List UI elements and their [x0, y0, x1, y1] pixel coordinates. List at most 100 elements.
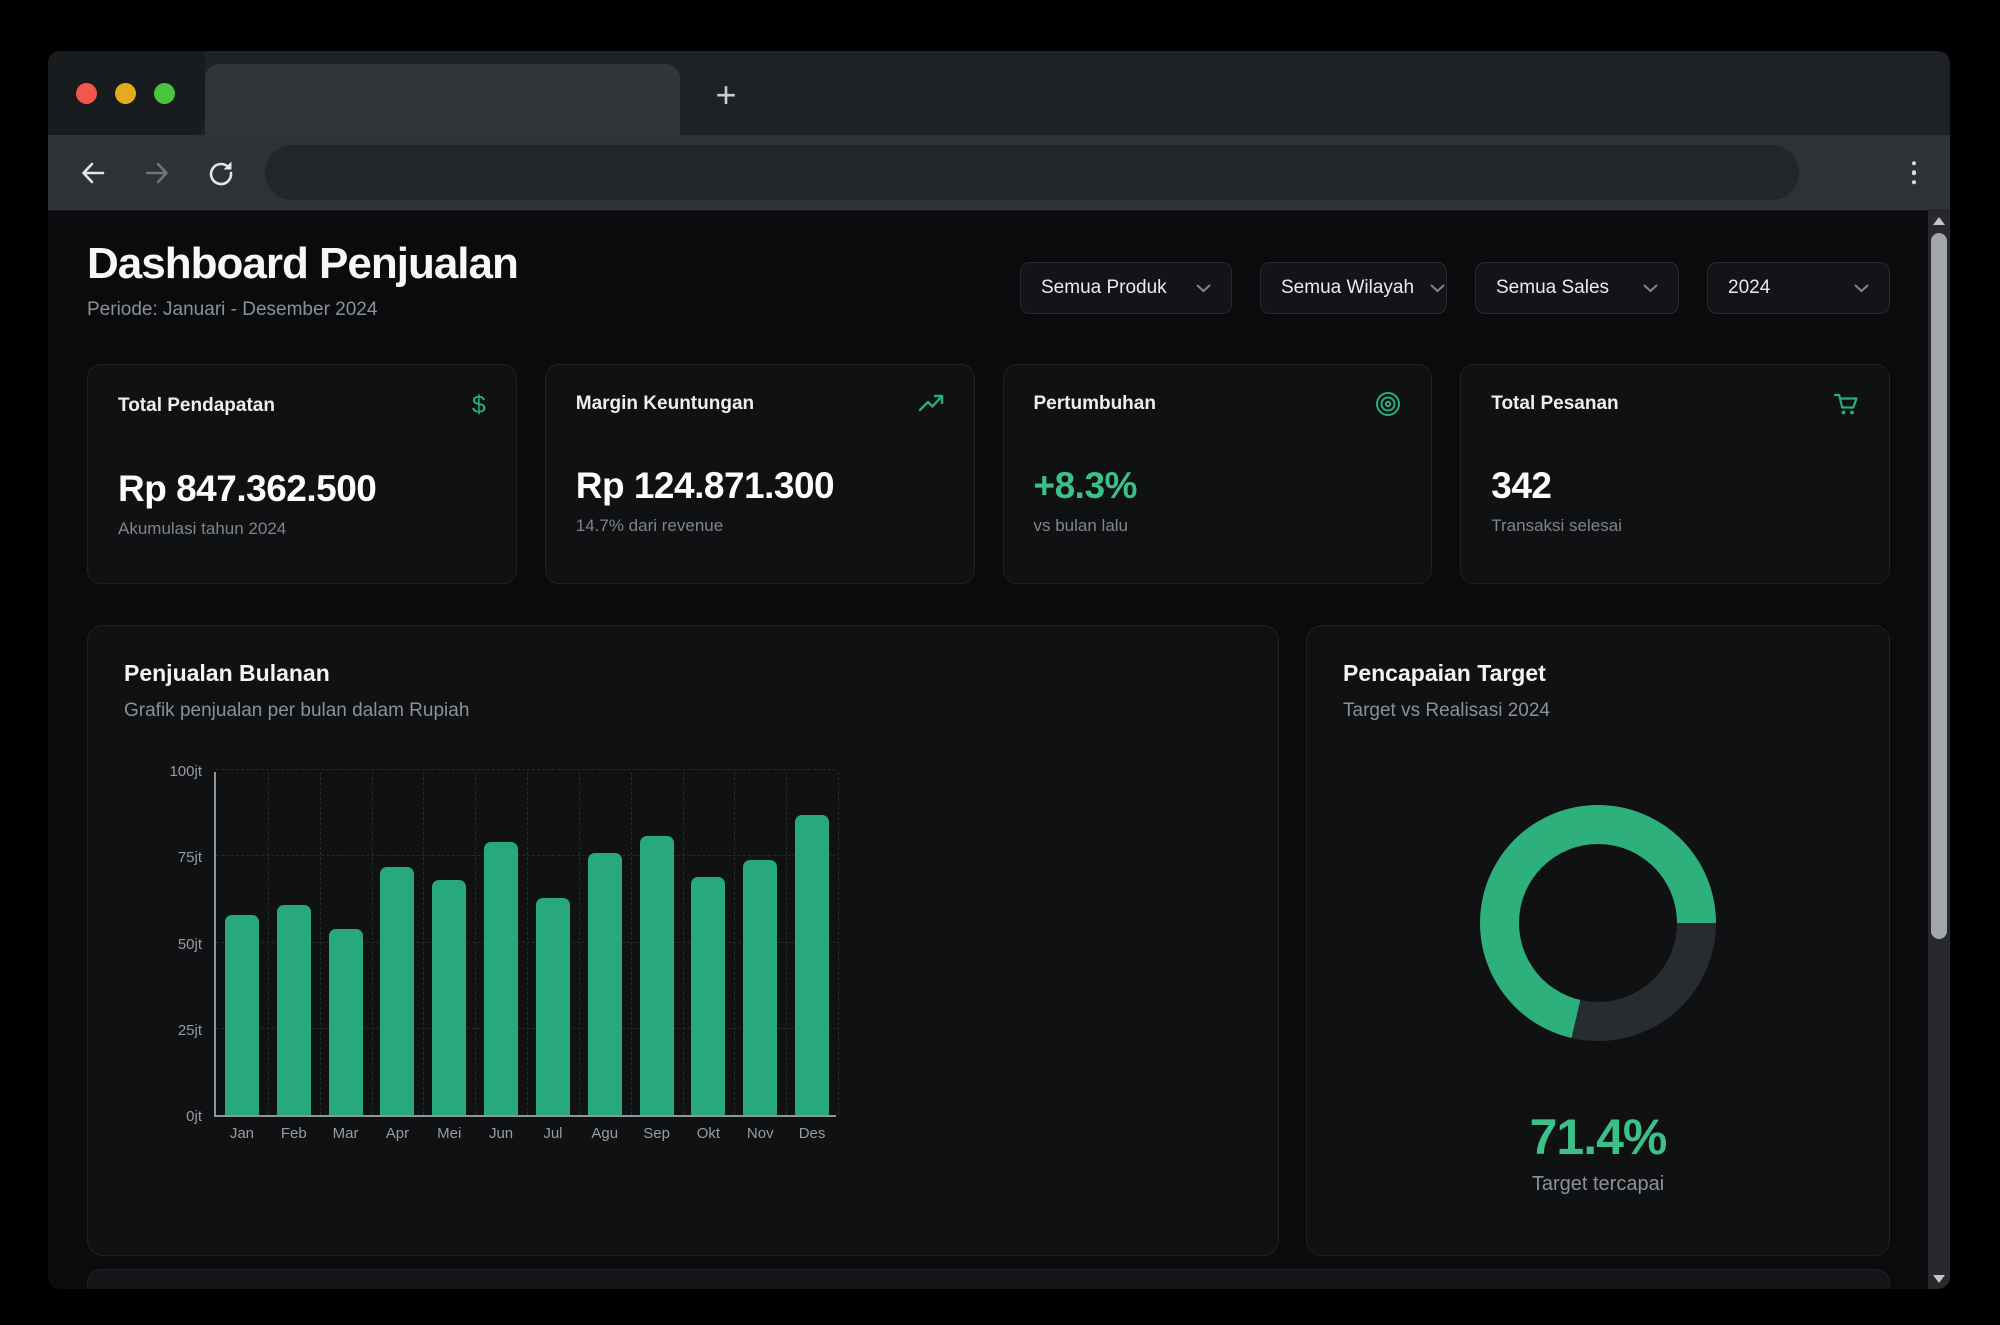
new-tab-button[interactable]: + — [703, 73, 749, 119]
scrollbar-thumb[interactable] — [1931, 233, 1947, 939]
stat-label: Margin Keuntungan — [576, 393, 754, 415]
bar-okt — [691, 877, 725, 1115]
stat-card-pertumbuhan: Pertumbuhan +8.3% vs bulan lalu — [1003, 364, 1433, 584]
page-subtitle: Periode: Januari - Desember 2024 — [87, 299, 518, 321]
stat-label: Pertumbuhan — [1034, 393, 1156, 415]
bar-jun — [484, 842, 518, 1115]
reload-button[interactable] — [206, 158, 236, 188]
filter-produk-label: Semua Produk — [1041, 277, 1167, 299]
target-achievement-card: Pencapaian Target Target vs Realisasi 20… — [1306, 625, 1890, 1256]
stat-sub: Transaksi selesai — [1491, 516, 1859, 536]
filter-wilayah-label: Semua Wilayah — [1281, 277, 1414, 299]
vertical-gridline — [475, 772, 476, 1115]
fullscreen-window-button[interactable] — [154, 83, 175, 104]
x-tick-label: Nov — [734, 1125, 786, 1142]
stat-value: Rp 124.871.300 — [576, 465, 944, 507]
chevron-down-icon — [1627, 284, 1658, 293]
x-tick-label: Des — [786, 1125, 838, 1142]
cart-icon — [1833, 391, 1859, 417]
y-tick-label: 75jt — [128, 849, 202, 866]
title-block: Dashboard Penjualan Periode: Januari - D… — [87, 239, 518, 321]
bar-agu — [588, 853, 622, 1115]
y-tick-label: 50jt — [128, 936, 202, 953]
vertical-gridline — [372, 772, 373, 1115]
bar-feb — [277, 905, 311, 1115]
target-caption: Target tercapai — [1307, 1173, 1889, 1196]
scroll-up-arrow-icon[interactable] — [1933, 217, 1945, 225]
y-tick-label: 100jt — [128, 763, 202, 780]
donut-hole — [1519, 844, 1677, 1002]
minimize-window-button[interactable] — [115, 83, 136, 104]
bar-chart-plot: JanFebMarAprMeiJunJulAguSepOktNovDes — [214, 772, 836, 1117]
bar-jul — [536, 898, 570, 1115]
x-tick-label: Okt — [683, 1125, 735, 1142]
bar-jan — [225, 915, 259, 1115]
address-bar[interactable] — [265, 145, 1799, 200]
filter-tahun-label: 2024 — [1728, 277, 1770, 299]
filter-produk-dropdown[interactable]: Semua Produk — [1020, 262, 1232, 314]
stat-value: 342 — [1491, 465, 1859, 507]
bar-sep — [640, 836, 674, 1115]
kebab-dot — [1912, 180, 1917, 185]
vertical-gridline — [320, 772, 321, 1115]
browser-menu-button[interactable] — [1906, 155, 1923, 191]
stat-card-margin: Margin Keuntungan Rp 124.871.300 14.7% d… — [545, 364, 975, 584]
filter-bar: Semua Produk Semua Wilayah Semua Sales — [1020, 262, 1890, 321]
x-tick-label: Sep — [631, 1125, 683, 1142]
filter-sales-dropdown[interactable]: Semua Sales — [1475, 262, 1679, 314]
filter-wilayah-dropdown[interactable]: Semua Wilayah — [1260, 262, 1447, 314]
target-percentage: 71.4% — [1307, 1108, 1889, 1166]
horizontal-gridline — [216, 855, 836, 856]
chevron-down-icon — [1838, 284, 1869, 293]
kebab-dot — [1912, 170, 1917, 175]
page-header: Dashboard Penjualan Periode: Januari - D… — [87, 239, 1890, 321]
traffic-light-panel — [48, 51, 205, 135]
browser-toolbar — [48, 135, 1950, 211]
dollar-icon: $ — [472, 391, 486, 420]
bar-chart-title: Penjualan Bulanan — [124, 660, 1242, 687]
reload-icon — [206, 158, 236, 188]
scroll-down-arrow-icon[interactable] — [1933, 1275, 1945, 1283]
stat-card-pesanan: Total Pesanan 342 Transaksi selesai — [1460, 364, 1890, 584]
bar-apr — [380, 867, 414, 1115]
charts-row: Penjualan Bulanan Grafik penjualan per b… — [87, 625, 1890, 1256]
kebab-dot — [1912, 161, 1917, 166]
x-tick-label: Mei — [423, 1125, 475, 1142]
bar-des — [795, 815, 829, 1115]
x-tick-label: Jan — [216, 1125, 268, 1142]
y-tick-label: 0jt — [128, 1108, 202, 1125]
tab-strip: + — [48, 51, 1950, 135]
vertical-gridline — [527, 772, 528, 1115]
horizontal-gridline — [216, 769, 836, 770]
filter-sales-label: Semua Sales — [1496, 277, 1609, 299]
vertical-gridline — [838, 772, 839, 1115]
vertical-gridline — [683, 772, 684, 1115]
stat-sub: vs bulan lalu — [1034, 516, 1402, 536]
back-arrow-icon — [78, 158, 108, 188]
y-tick-label: 25jt — [128, 1022, 202, 1039]
next-section-card-partial — [87, 1269, 1890, 1289]
forward-button[interactable] — [142, 158, 172, 188]
browser-tab[interactable] — [205, 64, 680, 135]
stat-sub: 14.7% dari revenue — [576, 516, 944, 536]
close-window-button[interactable] — [76, 83, 97, 104]
stat-card-pendapatan: Total Pendapatan $ Rp 847.362.500 Akumul… — [87, 364, 517, 584]
vertical-gridline — [579, 772, 580, 1115]
filter-tahun-dropdown[interactable]: 2024 — [1707, 262, 1890, 314]
x-tick-label: Apr — [372, 1125, 424, 1142]
vertical-gridline — [423, 772, 424, 1115]
monthly-sales-chart-card: Penjualan Bulanan Grafik penjualan per b… — [87, 625, 1279, 1256]
bar-mei — [432, 880, 466, 1115]
page-content: Dashboard Penjualan Periode: Januari - D… — [87, 211, 1890, 1289]
browser-window: + Dash — [48, 51, 1950, 1289]
vertical-gridline — [786, 772, 787, 1115]
donut-chart-title: Pencapaian Target — [1343, 660, 1853, 687]
dashboard-page: Dashboard Penjualan Periode: Januari - D… — [48, 211, 1950, 1289]
vertical-scrollbar[interactable] — [1928, 211, 1950, 1289]
donut-chart-subtitle: Target vs Realisasi 2024 — [1343, 700, 1853, 722]
bar-chart: 0jt25jt50jt75jt100jt JanFebMarAprMeiJunJ… — [128, 772, 848, 1117]
back-button[interactable] — [78, 158, 108, 188]
stat-sub: Akumulasi tahun 2024 — [118, 519, 486, 539]
stats-row: Total Pendapatan $ Rp 847.362.500 Akumul… — [87, 364, 1890, 584]
stat-value: +8.3% — [1034, 465, 1402, 507]
